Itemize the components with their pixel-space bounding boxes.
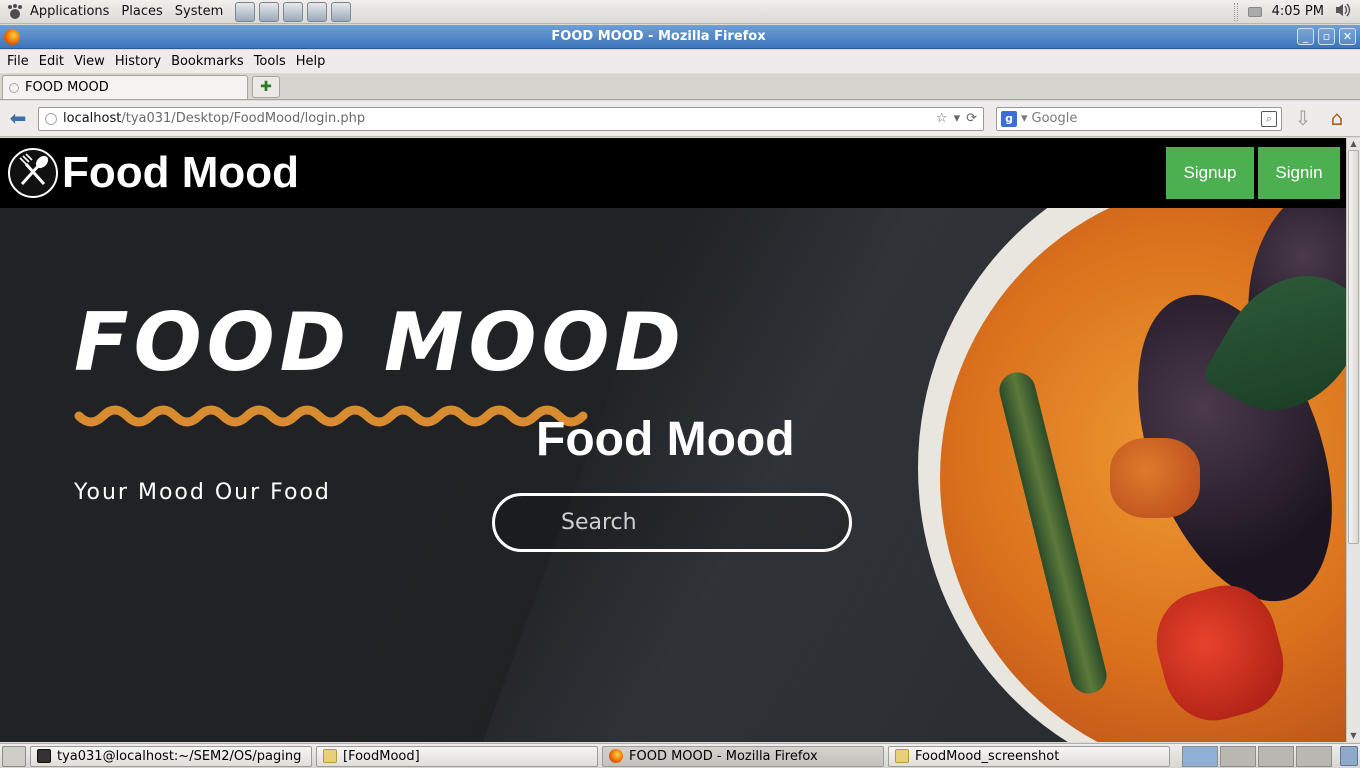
- applications-menu[interactable]: Applications: [0, 0, 115, 24]
- gnome-foot-icon: [6, 3, 24, 21]
- auth-buttons: Signup Signin: [1166, 147, 1346, 199]
- back-button[interactable]: ⬅: [6, 107, 30, 131]
- workspace-3[interactable]: [1258, 745, 1294, 767]
- trash-icon[interactable]: [1340, 746, 1358, 766]
- firefox-icon: [609, 749, 623, 763]
- places-menu[interactable]: Places: [115, 0, 168, 24]
- volume-icon[interactable]: [1334, 2, 1352, 22]
- task-foodmood-folder[interactable]: [FoodMood]: [316, 745, 598, 767]
- places-label: Places: [121, 4, 163, 19]
- google-engine-icon[interactable]: g: [1001, 110, 1017, 127]
- url-bar[interactable]: localhost/tya031/Desktop/FoodMood/login.…: [38, 106, 984, 131]
- task-label: [FoodMood]: [343, 748, 420, 764]
- scroll-thumb[interactable]: [1348, 150, 1359, 544]
- top-panel: Applications Places System 4:05 PM: [0, 0, 1360, 24]
- menu-view[interactable]: View: [69, 54, 110, 69]
- task-label: FOOD MOOD - Mozilla Firefox: [629, 748, 818, 764]
- bottom-panel: tya031@localhost:~/SEM2/OS/paging [FoodM…: [0, 743, 1360, 768]
- page-scrollbar[interactable]: ▲ ▼: [1346, 138, 1360, 742]
- signin-button[interactable]: Signin: [1258, 147, 1340, 199]
- workspace-2[interactable]: [1220, 745, 1256, 767]
- notes-launcher-icon[interactable]: [331, 1, 352, 22]
- hero-subtitle: Food Mood: [536, 413, 795, 466]
- mail-launcher-icon[interactable]: [259, 1, 280, 22]
- tab-strip: FOOD MOOD ✚: [0, 74, 1360, 100]
- url-path: /tya031/Desktop/FoodMood/login.php: [121, 111, 366, 126]
- reload-icon[interactable]: ⟳: [966, 111, 977, 126]
- new-tab-button[interactable]: ✚: [252, 76, 280, 98]
- window-titlebar[interactable]: FOOD MOOD - Mozilla Firefox _ ▫ ✕: [0, 25, 1360, 49]
- tab-label: FOOD MOOD: [25, 80, 109, 95]
- system-menu[interactable]: System: [169, 0, 229, 24]
- navigation-toolbar: ⬅ localhost/tya031/Desktop/FoodMood/logi…: [0, 101, 1360, 137]
- site-identity-icon[interactable]: [45, 112, 57, 125]
- tray-handle: [1233, 2, 1238, 21]
- window-title: FOOD MOOD - Mozilla Firefox: [551, 29, 766, 44]
- tab-food-mood[interactable]: FOOD MOOD: [2, 75, 248, 99]
- workspace-switcher: [1182, 745, 1332, 767]
- hero-search: [492, 493, 852, 552]
- system-label: System: [174, 4, 224, 19]
- tomato-image-2: [1110, 438, 1200, 518]
- page-viewport: Food Mood Signup Signin FOOD MOOD Your M…: [0, 138, 1346, 742]
- hero-squiggle: [74, 405, 588, 427]
- hero-search-input[interactable]: [495, 496, 849, 549]
- hero-section: FOOD MOOD Your Mood Our Food Food Mood: [0, 208, 1346, 742]
- food-mood-logo-icon[interactable]: [8, 148, 58, 198]
- menu-help[interactable]: Help: [291, 54, 331, 69]
- text-editor-launcher-icon[interactable]: [283, 1, 304, 22]
- url-tools: ☆ ▾ ⟳: [936, 111, 977, 126]
- hero-tagline: Your Mood Our Food: [74, 480, 331, 505]
- workspace-4[interactable]: [1296, 745, 1332, 767]
- engine-dropdown-icon[interactable]: ▾: [1021, 111, 1028, 126]
- hero-title: FOOD MOOD: [74, 296, 686, 389]
- network-icon[interactable]: [1247, 6, 1262, 17]
- history-dropdown-icon[interactable]: ▾: [954, 111, 961, 126]
- panel-launchers: [235, 1, 352, 22]
- web-browser-launcher-icon[interactable]: [235, 1, 256, 22]
- terminal-icon: [37, 749, 51, 763]
- site-header: Food Mood Signup Signin: [0, 138, 1346, 208]
- search-go-icon[interactable]: ⌕: [1261, 110, 1277, 127]
- signup-button[interactable]: Signup: [1166, 147, 1254, 199]
- applications-label: Applications: [30, 4, 110, 19]
- home-icon[interactable]: ⌂: [1324, 106, 1350, 132]
- task-screenshot-folder[interactable]: FoodMood_screenshot: [888, 745, 1170, 767]
- downloads-icon[interactable]: ⇩: [1290, 106, 1316, 132]
- scroll-up-icon[interactable]: ▲: [1347, 138, 1360, 150]
- scroll-down-icon[interactable]: ▼: [1347, 730, 1360, 742]
- task-label: tya031@localhost:~/SEM2/OS/paging: [57, 748, 302, 764]
- close-button[interactable]: ✕: [1339, 28, 1356, 45]
- window-controls: _ ▫ ✕: [1297, 28, 1360, 45]
- firefox-icon[interactable]: [4, 28, 20, 45]
- menu-tools[interactable]: Tools: [249, 54, 291, 69]
- folder-icon: [323, 749, 337, 763]
- task-terminal[interactable]: tya031@localhost:~/SEM2/OS/paging: [30, 745, 312, 767]
- task-label: FoodMood_screenshot: [915, 748, 1060, 764]
- clock[interactable]: 4:05 PM: [1272, 4, 1324, 19]
- show-desktop-icon[interactable]: [2, 745, 26, 767]
- url-host: localhost: [63, 111, 122, 126]
- presentation-launcher-icon[interactable]: [307, 1, 328, 22]
- menu-bar: File Edit View History Bookmarks Tools H…: [0, 50, 1360, 73]
- task-firefox[interactable]: FOOD MOOD - Mozilla Firefox: [602, 745, 884, 767]
- menu-edit[interactable]: Edit: [34, 54, 69, 69]
- search-bar[interactable]: g ▾ Google ⌕: [996, 106, 1282, 131]
- minimize-button[interactable]: _: [1297, 28, 1314, 45]
- folder-icon: [895, 749, 909, 763]
- menu-file[interactable]: File: [2, 54, 34, 69]
- maximize-button[interactable]: ▫: [1318, 28, 1335, 45]
- menu-bookmarks[interactable]: Bookmarks: [166, 54, 249, 69]
- page-favicon-icon: [9, 82, 19, 93]
- workspace-1[interactable]: [1182, 745, 1218, 767]
- site-brand[interactable]: Food Mood: [62, 148, 299, 198]
- system-tray: 4:05 PM: [1233, 0, 1360, 24]
- menu-history[interactable]: History: [110, 54, 166, 69]
- bookmark-star-icon[interactable]: ☆: [936, 111, 948, 126]
- search-bar-placeholder: Google: [1031, 111, 1078, 126]
